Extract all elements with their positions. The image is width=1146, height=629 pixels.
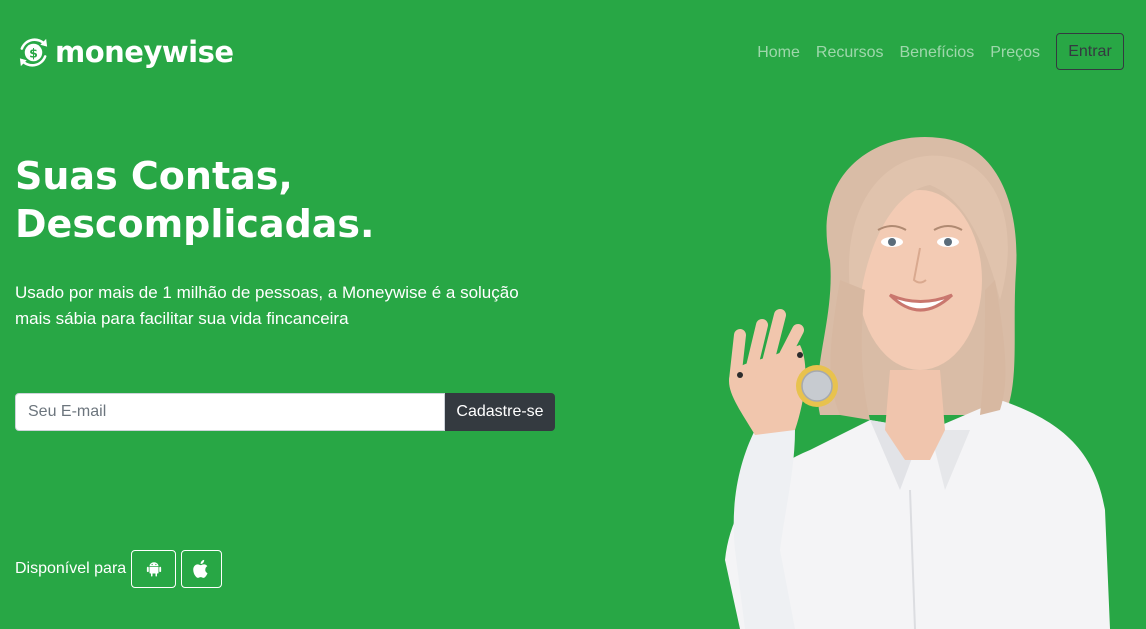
brand-name: moneywise [55,35,234,69]
nav-link-precos[interactable]: Preços [982,42,1048,64]
brand-link[interactable]: $ moneywise [16,35,234,70]
hero-title-line2: Descomplicadas. [15,202,375,246]
android-button[interactable] [131,550,177,588]
android-icon [146,562,161,577]
woman-holding-coin-image [725,137,1110,629]
nav-link-beneficios[interactable]: Benefícios [891,42,982,64]
available-platforms: Disponível para [15,550,223,588]
dollar-cycle-icon: $ [19,38,48,67]
nav-link-recursos[interactable]: Recursos [808,42,892,64]
login-button[interactable]: Entrar [1056,33,1124,70]
hero-title: Suas Contas, Descomplicadas. [15,152,535,248]
signup-form: Cadastre-se [15,393,555,431]
svg-text:$: $ [29,45,38,60]
apple-button[interactable] [181,550,223,588]
navbar: $ moneywise Home Recursos Benefícios Pre… [0,0,1146,106]
nav-links: Home Recursos Benefícios Preços [749,42,1048,64]
hero-subtitle: Usado por mais de 1 milhão de pessoas, a… [15,283,519,328]
hero-title-line1: Suas Contas, [15,154,293,198]
signup-button[interactable]: Cadastre-se [445,393,555,431]
nav-link-home[interactable]: Home [749,42,808,64]
email-input[interactable] [15,393,445,431]
available-label: Disponível para [15,560,127,577]
apple-icon [192,559,208,578]
